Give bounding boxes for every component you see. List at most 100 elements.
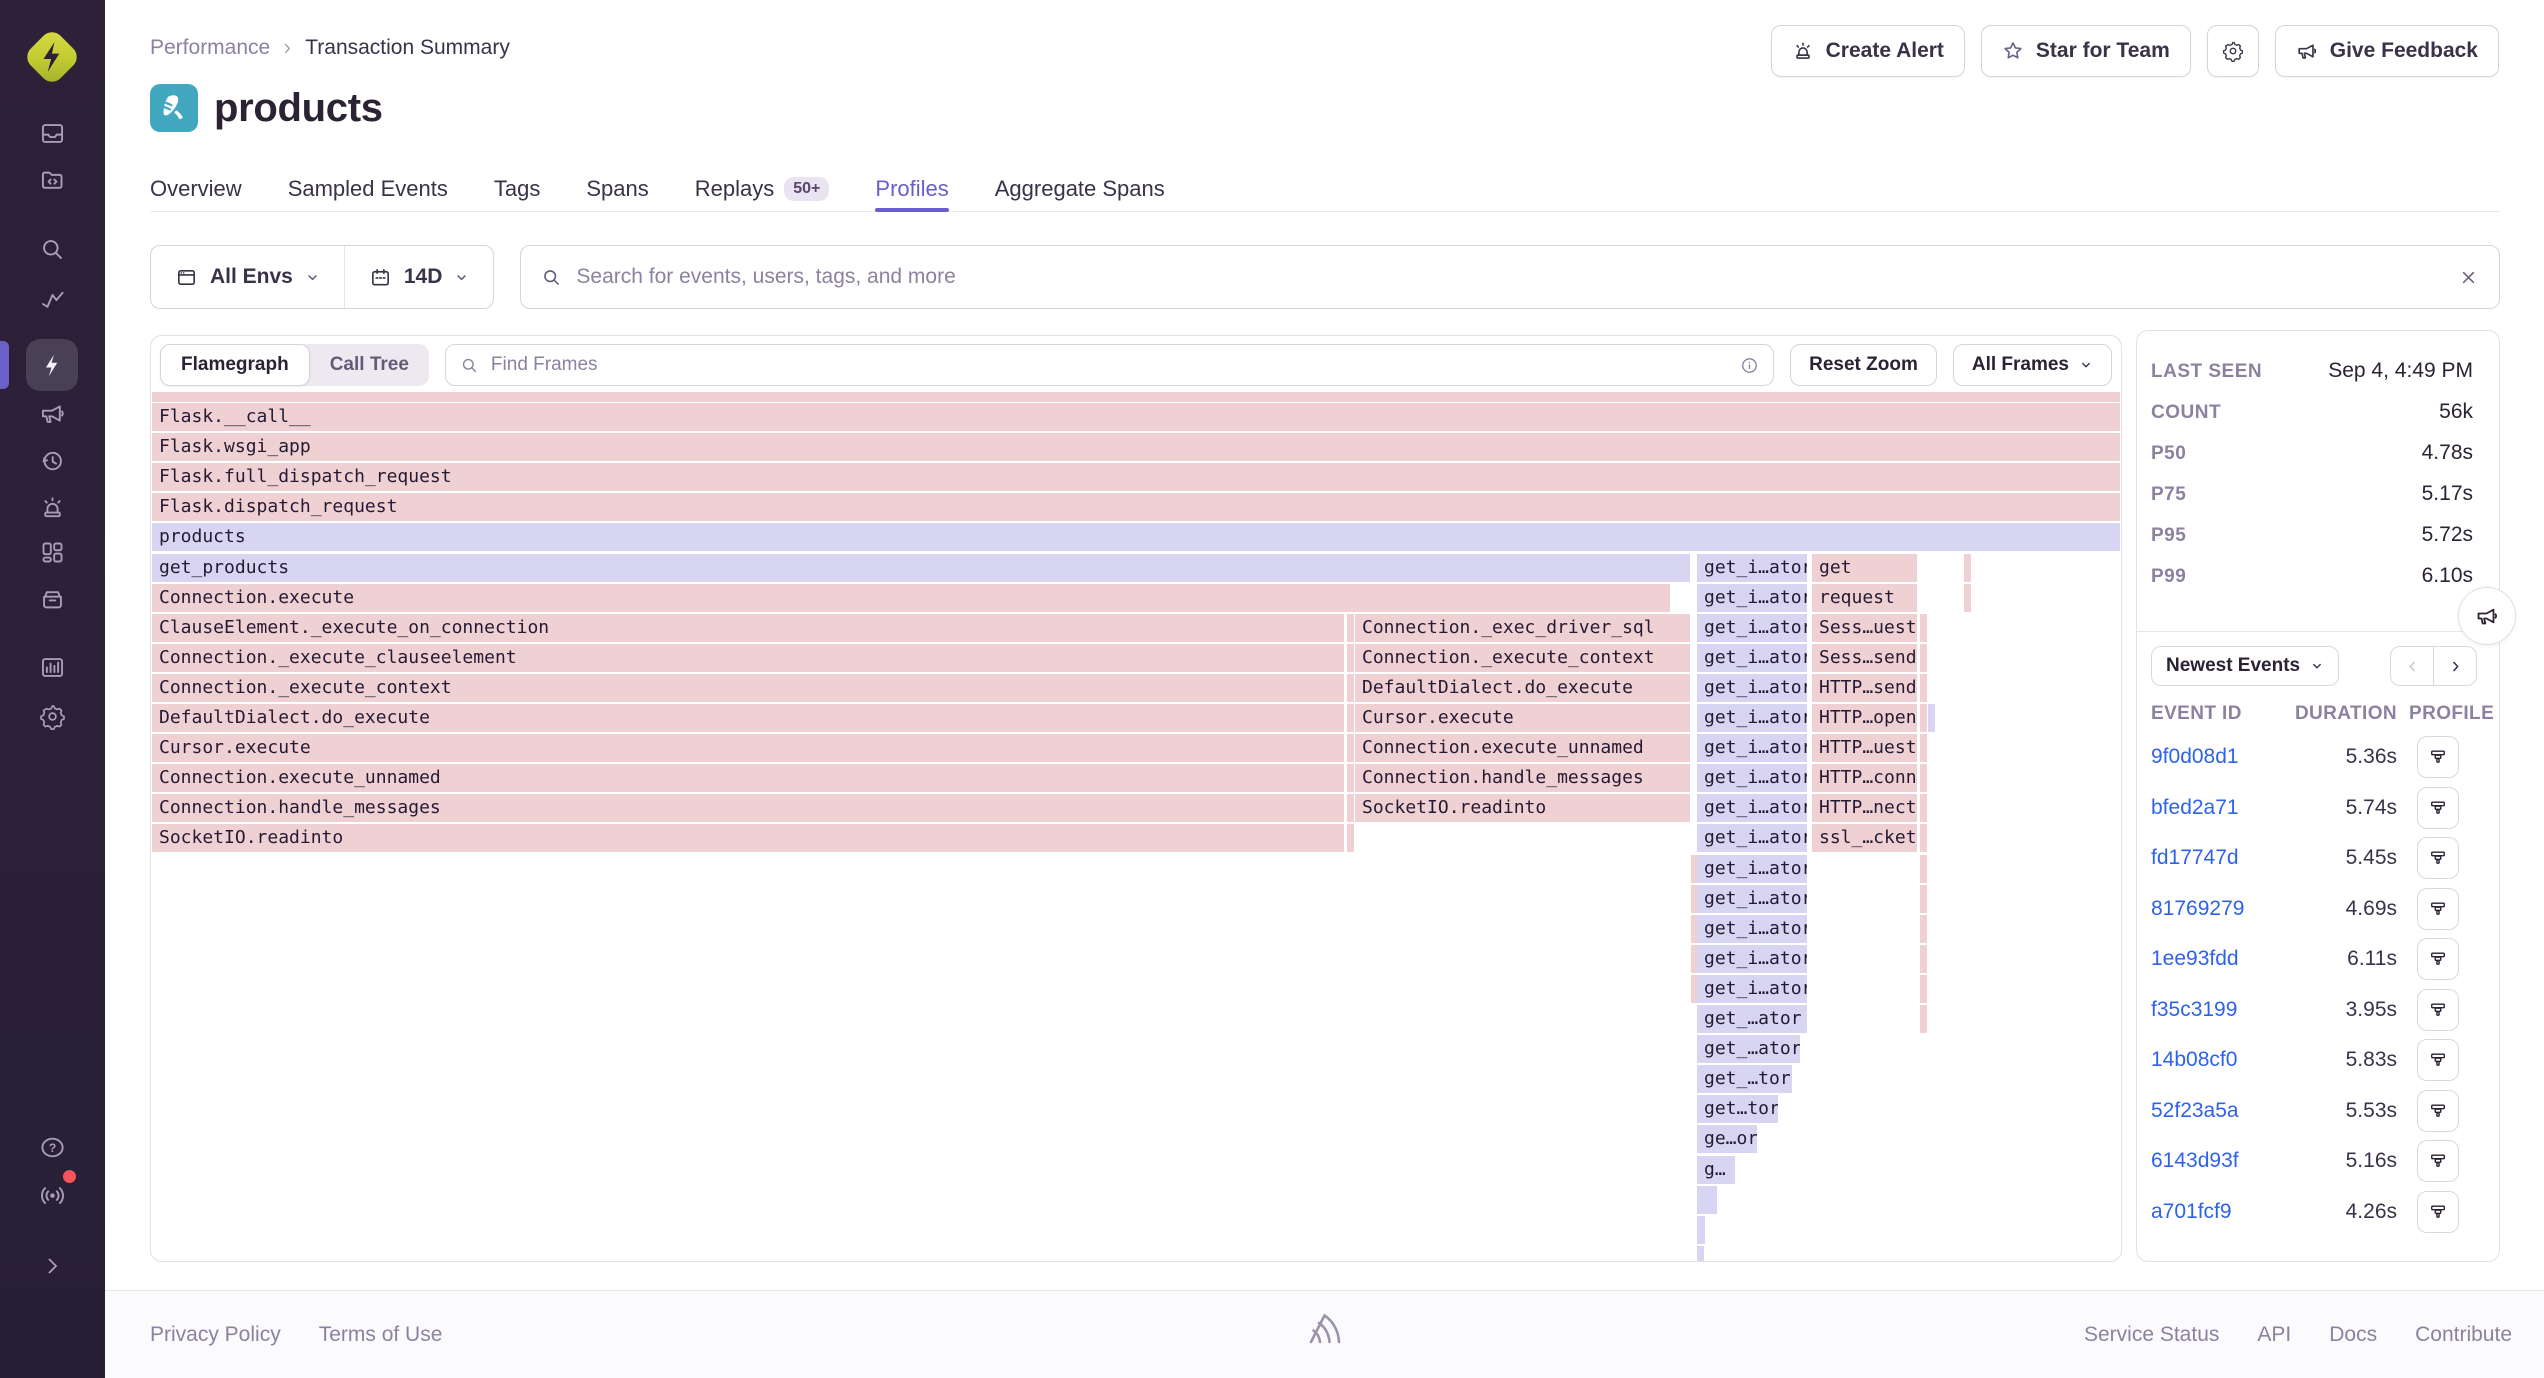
view-profile-button[interactable] <box>2417 1039 2459 1081</box>
flame-frame[interactable] <box>1347 674 1354 702</box>
event-id-link[interactable]: 14b08cf0 <box>2151 1048 2293 1072</box>
flame-frame[interactable]: SocketIO.readinto <box>152 824 1344 852</box>
search-input[interactable] <box>576 265 2444 289</box>
event-id-link[interactable]: 1ee93fdd <box>2151 947 2293 971</box>
tab-replays[interactable]: Replays50+ <box>695 166 830 211</box>
flame-frame[interactable]: ClauseElement._execute_on_connection <box>152 614 1344 642</box>
flame-frame[interactable] <box>1920 644 1927 672</box>
flame-frame[interactable]: Cursor.execute <box>1355 704 1690 732</box>
flame-frame[interactable] <box>1920 915 1927 943</box>
flame-frame[interactable]: request <box>1812 584 1917 612</box>
flame-frame[interactable]: get_i…ator <box>1697 764 1807 792</box>
flame-frame[interactable]: Connection.execute_unnamed <box>152 764 1344 792</box>
event-id-link[interactable]: f35c3199 <box>2151 998 2293 1022</box>
view-profile-button[interactable] <box>2417 736 2459 778</box>
reset-zoom-button[interactable]: Reset Zoom <box>1790 344 1937 386</box>
flame-frame[interactable]: get_i…ator <box>1697 674 1807 702</box>
view-profile-button[interactable] <box>2417 837 2459 879</box>
flamegraph-canvas[interactable]: Flask.__call__Flask.wsgi_appFlask.full_d… <box>151 336 2121 1261</box>
footer-link-terms-of-use[interactable]: Terms of Use <box>319 1323 443 1347</box>
flame-frame[interactable]: get_i…ator <box>1697 554 1807 582</box>
flame-frame[interactable]: DefaultDialect.do_execute <box>1355 674 1690 702</box>
flame-frame[interactable] <box>1964 554 1971 582</box>
sidebar-item-help[interactable]: ? <box>26 1121 78 1173</box>
flame-frame[interactable] <box>1920 975 1927 1003</box>
info-icon[interactable] <box>1740 356 1759 375</box>
sidebar-item-feedback[interactable] <box>26 387 78 439</box>
event-id-link[interactable]: 81769279 <box>2151 897 2293 921</box>
footer-link-privacy-policy[interactable]: Privacy Policy <box>150 1323 281 1347</box>
flame-frame[interactable] <box>1920 704 1927 732</box>
find-frames-input[interactable] <box>491 354 1728 376</box>
flame-frame[interactable]: Cursor.execute <box>152 734 1344 762</box>
flame-frame[interactable]: Sess…send <box>1812 644 1917 672</box>
flame-frame[interactable] <box>1347 644 1354 672</box>
flame-frame[interactable]: Connection.execute_unnamed <box>1355 734 1690 762</box>
footer-link-contribute[interactable]: Contribute <box>2415 1323 2512 1347</box>
flame-frame[interactable]: Connection._execute_context <box>1355 644 1690 672</box>
close-icon[interactable] <box>2458 267 2479 288</box>
create-alert-button[interactable]: Create Alert <box>1771 25 1965 77</box>
flame-frame[interactable] <box>1920 764 1927 792</box>
feedback-float-button[interactable] <box>2458 587 2516 645</box>
flame-frame[interactable]: get_i…ator <box>1697 614 1807 642</box>
tab-sampled-events[interactable]: Sampled Events <box>288 166 448 211</box>
flame-frame[interactable] <box>1964 584 1971 612</box>
sentry-org-logo[interactable] <box>29 34 75 80</box>
settings-button[interactable] <box>2207 25 2259 77</box>
flame-frame[interactable] <box>1920 674 1927 702</box>
flame-frame[interactable]: get_i…ator <box>1697 644 1807 672</box>
flame-frame[interactable] <box>1920 734 1927 762</box>
date-range-filter[interactable]: 14D <box>345 246 494 308</box>
flame-frame[interactable] <box>1347 764 1354 792</box>
tab-call-tree[interactable]: Call Tree <box>310 344 429 386</box>
flame-frame[interactable]: get_i…ator <box>1697 915 1807 943</box>
flame-frame[interactable] <box>1347 734 1354 762</box>
flame-frame[interactable] <box>1920 1005 1927 1033</box>
flame-frame[interactable]: HTTP…open <box>1812 704 1917 732</box>
flame-frame[interactable]: Connection._execute_context <box>152 674 1344 702</box>
flame-frame[interactable]: HTTP…uest <box>1812 734 1917 762</box>
flame-frame[interactable]: ge…or <box>1697 1125 1757 1153</box>
view-profile-button[interactable] <box>2417 787 2459 829</box>
flame-frame[interactable]: SocketIO.readinto <box>1355 794 1690 822</box>
flame-frame[interactable] <box>1920 794 1927 822</box>
flame-frame[interactable]: Sess…uest <box>1812 614 1917 642</box>
flame-frame[interactable]: get_i…ator <box>1697 824 1807 852</box>
view-profile-button[interactable] <box>2417 989 2459 1031</box>
view-profile-button[interactable] <box>2417 1140 2459 1182</box>
view-profile-button[interactable] <box>2417 1191 2459 1233</box>
flame-frame[interactable]: get_i…ator <box>1697 855 1807 883</box>
event-id-link[interactable]: bfed2a71 <box>2151 796 2293 820</box>
footer-link-service-status[interactable]: Service Status <box>2084 1323 2219 1347</box>
flame-frame[interactable] <box>1920 614 1927 642</box>
star-for-team-button[interactable]: Star for Team <box>1981 25 2191 77</box>
flame-frame[interactable]: get_i…ator <box>1697 704 1807 732</box>
event-id-link[interactable]: 52f23a5a <box>2151 1099 2293 1123</box>
sidebar-item-issues[interactable] <box>26 107 78 159</box>
frame-filter-dropdown[interactable]: All Frames <box>1953 344 2112 386</box>
sidebar-item-discover[interactable] <box>26 573 78 625</box>
flame-frame[interactable] <box>1920 855 1927 883</box>
tab-tags[interactable]: Tags <box>494 166 540 211</box>
flame-frame[interactable]: Connection._execute_clauseelement <box>152 644 1344 672</box>
flame-frame[interactable] <box>1697 1246 1704 1262</box>
view-profile-button[interactable] <box>2417 1090 2459 1132</box>
environment-filter[interactable]: All Envs <box>151 246 344 308</box>
flame-frame[interactable]: get_i…ator <box>1697 794 1807 822</box>
flame-frame[interactable]: get_i…ator <box>1697 975 1807 1003</box>
flame-frame[interactable]: get_i…ator <box>1697 734 1807 762</box>
flame-frame[interactable] <box>1697 1186 1717 1214</box>
flame-frame[interactable] <box>1347 704 1354 732</box>
flame-frame[interactable]: Connection.handle_messages <box>1355 764 1690 792</box>
flame-frame[interactable] <box>1920 824 1927 852</box>
event-sort-dropdown[interactable]: Newest Events <box>2151 646 2339 686</box>
event-id-link[interactable]: fd17747d <box>2151 846 2293 870</box>
sidebar-item-releases[interactable] <box>26 434 78 486</box>
event-id-link[interactable]: 6143d93f <box>2151 1149 2293 1173</box>
flame-frame[interactable]: get_…ator <box>1697 1035 1800 1063</box>
flame-frame[interactable]: get_i…ator <box>1697 584 1807 612</box>
flame-frame[interactable] <box>1928 704 1935 732</box>
event-id-link[interactable]: 9f0d08d1 <box>2151 745 2293 769</box>
sidebar-item-stats[interactable] <box>26 641 78 693</box>
